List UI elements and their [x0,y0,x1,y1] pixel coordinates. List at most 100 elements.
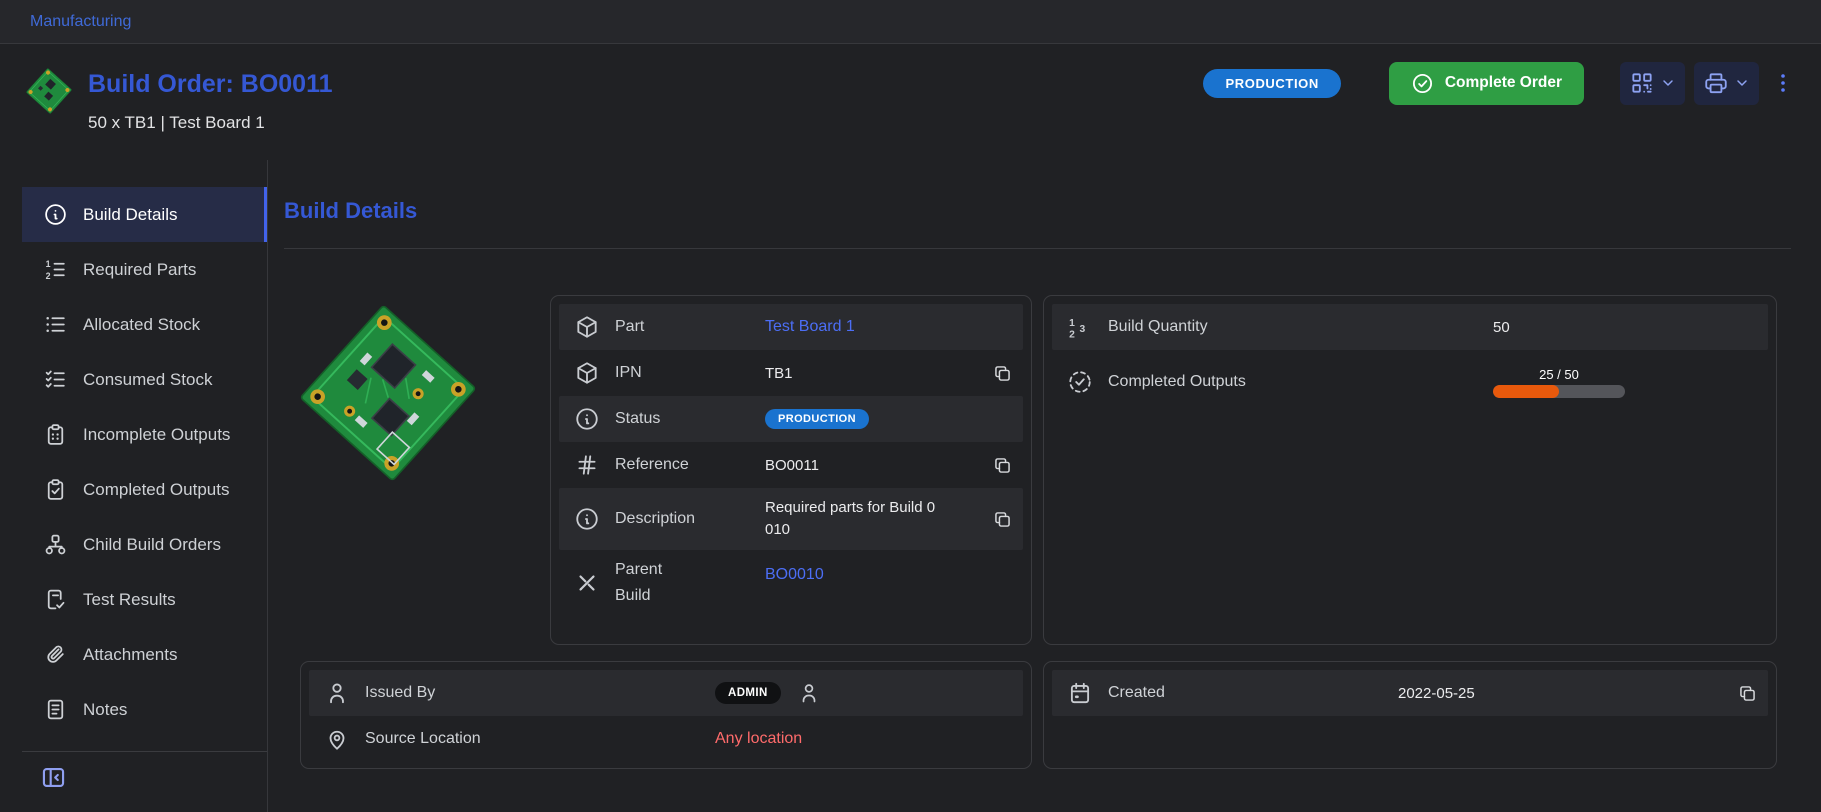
sidebar-item-label: Test Results [83,590,176,610]
user-icon [324,680,350,706]
paperclip-icon [43,642,68,667]
collapse-sidebar-icon [40,764,67,791]
complete-order-label: Complete Order [1445,74,1562,92]
clipboard-list-icon [43,422,68,447]
notes-icon [43,697,68,722]
build-details-card: Part Test Board 1 IPN TB1 [550,295,1032,645]
header-actions: PRODUCTION Complete Order [1203,58,1795,108]
row-label: Description [615,510,765,528]
info-circle-icon [574,506,600,532]
row-label: Source Location [365,730,715,748]
sidebar-item-attachments[interactable]: Attachments [22,627,267,682]
parent-build-link[interactable]: BO0010 [765,566,824,584]
sidebar-item-child-build-orders[interactable]: Child Build Orders [22,517,267,572]
title-block: Build Order: BO0011 50 x TB1 | Test Boar… [88,70,333,133]
sidebar-item-allocated-stock[interactable]: Allocated Stock [22,297,267,352]
progress-fill [1493,385,1559,398]
svg-text:3: 3 [1079,324,1085,335]
copy-icon [992,509,1013,530]
sidebar-item-label: Allocated Stock [83,315,200,335]
list-check-icon [43,367,68,392]
detail-row-part: Part Test Board 1 [559,304,1023,350]
issued-by-badge: ADMIN [715,682,781,704]
circle-check-icon [1411,72,1434,95]
row-label: Reference [615,456,765,474]
map-pin-icon [324,726,350,752]
svg-text:2: 2 [1069,329,1075,340]
detail-row-parent-build: Parent Build BO0010 [559,550,1023,616]
copy-button[interactable] [1732,678,1762,708]
sidebar-item-label: Notes [83,700,127,720]
content-divider [284,248,1791,249]
page-title: Build Order: BO0011 [88,70,333,99]
svg-text:1: 1 [1069,318,1075,329]
list-icon [43,312,68,337]
detail-row-reference: Reference BO0011 [559,442,1023,488]
sidebar-item-completed-outputs[interactable]: Completed Outputs [22,462,267,517]
detail-row-ipn: IPN TB1 [559,350,1023,396]
svg-text:2: 2 [46,271,51,281]
progress-track [1493,385,1625,398]
barcode-actions-button[interactable] [1620,62,1685,105]
detail-row-description: Description Required parts for Build 001… [559,488,1023,550]
svg-text:1: 1 [46,259,51,269]
sidebar: Build Details 1 2 Required Parts Allocate… [0,160,268,812]
ipn-value: TB1 [765,365,793,382]
sidebar-item-build-details[interactable]: Build Details [22,187,267,242]
source-location-value: Any location [715,730,802,748]
detail-row-source-location: Source Location Any location [309,716,1023,762]
build-quantity-card: 123 Build Quantity 50 Completed Outputs … [1043,295,1777,645]
numbers-123-icon: 123 [1067,314,1093,340]
sidebar-item-consumed-stock[interactable]: Consumed Stock [22,352,267,407]
part-thumbnail[interactable] [22,64,76,118]
part-link[interactable]: Test Board 1 [765,318,855,336]
status-badge: PRODUCTION [1203,69,1340,98]
page-header: Build Order: BO0011 50 x TB1 | Test Boar… [0,44,1821,160]
tools-icon [574,570,600,596]
created-card: Created 2022-05-25 [1043,661,1777,769]
printer-icon [1703,70,1729,96]
sitemap-icon [43,532,68,557]
sidebar-item-label: Completed Outputs [83,480,229,500]
build-quantity-value: 50 [1493,319,1510,336]
status-badge: PRODUCTION [765,409,869,429]
copy-button[interactable] [987,504,1017,534]
copy-icon [992,455,1013,476]
row-label: Created [1108,684,1398,702]
sidebar-item-label: Required Parts [83,260,196,280]
more-actions-button[interactable] [1771,71,1795,95]
details-grid: Part Test Board 1 IPN TB1 [284,295,1791,645]
page-subtitle: 50 x TB1 | Test Board 1 [88,113,333,133]
detail-row-status: Status PRODUCTION [559,396,1023,442]
clipboard-check-icon [43,477,68,502]
row-label: Build Quantity [1108,318,1493,336]
collapse-sidebar-button[interactable] [40,764,67,791]
part-image [290,295,486,491]
breadcrumb-manufacturing[interactable]: Manufacturing [30,13,131,31]
sidebar-item-label: Consumed Stock [83,370,212,390]
row-label: Status [615,410,765,428]
chevron-down-icon [1734,75,1750,91]
breadcrumb: Manufacturing [0,0,1821,44]
progress-check-icon [1067,369,1093,395]
row-label: Part [615,318,765,336]
row-label: Issued By [365,684,715,702]
dots-vertical-icon [1771,71,1795,95]
sidebar-item-incomplete-outputs[interactable]: Incomplete Outputs [22,407,267,462]
sidebar-item-notes[interactable]: Notes [22,682,267,737]
copy-button[interactable] [987,450,1017,480]
calendar-icon [1067,680,1093,706]
info-circle-icon [574,406,600,432]
hash-icon [574,452,600,478]
sidebar-item-required-parts[interactable]: 1 2 Required Parts [22,242,267,297]
sidebar-item-label: Attachments [83,645,178,665]
sidebar-item-test-results[interactable]: Test Results [22,572,267,627]
copy-button[interactable] [987,358,1017,388]
file-check-icon [43,587,68,612]
completed-outputs-progress: 25 / 50 [1493,367,1625,398]
detail-row-issued-by: Issued By ADMIN [309,670,1023,716]
complete-order-button[interactable]: Complete Order [1389,62,1584,105]
print-actions-button[interactable] [1694,62,1759,105]
info-circle-icon [43,202,68,227]
row-label: Parent Build [615,557,765,608]
